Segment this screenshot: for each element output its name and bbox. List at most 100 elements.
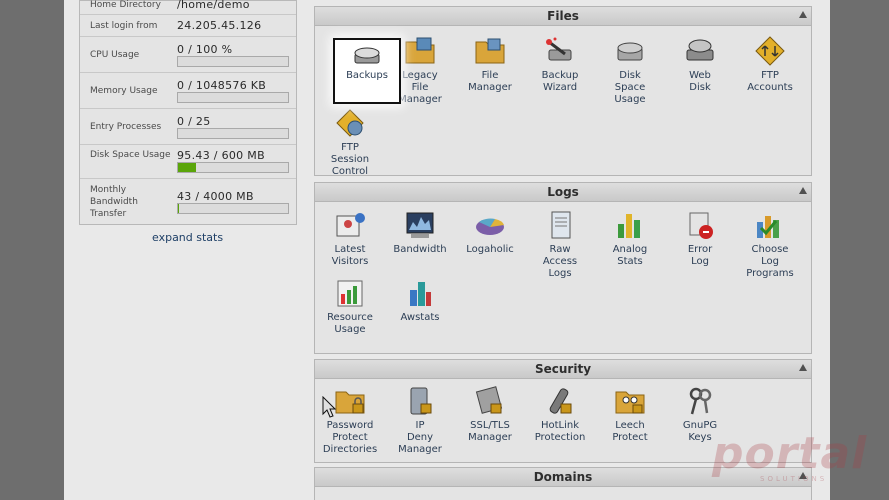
logaholic-item[interactable]: Logaholic [455, 210, 525, 256]
error-log-item[interactable]: Error Log [665, 210, 735, 268]
logs-header[interactable]: Logs [315, 183, 811, 202]
item-label: Web Disk [689, 70, 711, 93]
stat-bandwidth: Monthly Bandwidth Transfer 43 / 4000 MB [80, 179, 296, 225]
analog-stats-icon [618, 214, 640, 238]
item-label: Backup Wizard [541, 70, 579, 93]
item-label: Resource Usage [327, 312, 373, 335]
stat-label: Entry Processes [90, 122, 162, 132]
stat-entry-processes: Entry Processes 0 / 25 [80, 109, 296, 145]
choose-log-programs-item[interactable]: Choose Log Programs [735, 210, 805, 280]
leech-protect-icon [615, 391, 645, 414]
resource-usage-item[interactable]: Resource Usage [315, 278, 385, 336]
web-disk-icon [686, 39, 714, 61]
file-manager-icon [475, 38, 505, 64]
stat-label: Last login from [90, 21, 158, 31]
ftp-accounts-icon [755, 36, 785, 66]
item-label: SSL/TLS Manager [468, 420, 512, 443]
legacy-file-manager-icon [405, 37, 435, 64]
item-label: File Manager [468, 70, 512, 93]
error-log-icon [689, 212, 713, 239]
cpu-usage-bar [177, 56, 289, 67]
logaholic-icon [476, 218, 504, 235]
files-header[interactable]: Files [315, 7, 811, 26]
item-label: Password Protect Directories [322, 420, 378, 455]
item-label: Error Log [687, 244, 713, 267]
ip-deny-icon [410, 387, 432, 415]
web-disk-item[interactable]: Web Disk [665, 36, 735, 94]
disk-space-usage-item[interactable]: Disk Space Usage [595, 36, 665, 106]
file-manager-item[interactable]: File Manager [455, 36, 525, 94]
backups-icon [354, 47, 380, 64]
security-title: Security [534, 362, 592, 376]
stat-cpu-usage: CPU Usage 0 / 100 % [80, 37, 296, 73]
stat-last-login: Last login from 24.205.45.126 [80, 15, 296, 37]
watermark-subtext: SOLUTIONS [760, 475, 828, 483]
item-label: Awstats [400, 312, 440, 323]
domains-title: Domains [533, 470, 593, 484]
bar-fill [178, 163, 196, 172]
ssl-tls-item[interactable]: SSL/TLS Manager [455, 386, 525, 444]
ftp-session-control-item[interactable]: FTP Session Control [315, 108, 385, 178]
bandwidth-item[interactable]: Bandwidth [385, 210, 455, 256]
password-protect-icon [335, 391, 365, 414]
latest-visitors-item[interactable]: Latest Visitors [315, 210, 385, 268]
collapse-arrow-icon[interactable] [799, 187, 807, 194]
ip-deny-item[interactable]: IP Deny Manager [385, 386, 455, 456]
watermark-logo: portal [712, 428, 868, 479]
ftp-session-control-icon [336, 109, 364, 137]
collapse-arrow-icon[interactable] [799, 364, 807, 371]
item-label: Choose Log Programs [746, 244, 794, 279]
stat-value: 95.43 / 600 MB [177, 149, 265, 162]
stat-value: 24.205.45.126 [177, 19, 262, 32]
stat-label: Memory Usage [90, 86, 158, 96]
raw-access-logs-item[interactable]: Raw Access Logs [525, 210, 595, 280]
backup-wizard-icon [546, 37, 572, 61]
stat-label: Home Directory [90, 0, 161, 10]
awstats-item[interactable]: Awstats [385, 278, 455, 324]
stat-value: 0 / 1048576 KB [177, 79, 267, 92]
stat-memory-usage: Memory Usage 0 / 1048576 KB [80, 73, 296, 109]
resource-usage-icon [337, 280, 363, 307]
logs-title: Logs [547, 185, 579, 199]
item-label: Backups [346, 70, 388, 81]
item-label: Disk Space Usage [614, 70, 646, 105]
hotlink-item[interactable]: HotLink Protection [525, 386, 595, 444]
leech-protect-item[interactable]: Leech Protect [595, 386, 665, 444]
item-label: Analog Stats [612, 244, 648, 267]
security-header[interactable]: Security [315, 360, 811, 379]
stat-home-directory: Home Directory /home/demo [80, 0, 296, 15]
backups-item[interactable]: Backups [333, 38, 401, 104]
raw-access-logs-icon [551, 211, 571, 239]
bar-fill [178, 204, 180, 213]
item-label: FTP Session Control [330, 142, 370, 177]
memory-usage-bar [177, 92, 289, 103]
gnupg-keys-icon [689, 387, 712, 415]
awstats-icon [410, 282, 431, 306]
ftp-accounts-item[interactable]: FTP Accounts [735, 36, 805, 94]
item-label: Latest Visitors [331, 244, 369, 267]
entry-processes-bar [177, 128, 289, 139]
item-label: IP Deny Manager [398, 420, 442, 455]
stat-value: 43 / 4000 MB [177, 190, 254, 203]
expand-stats-link[interactable]: expand stats [152, 231, 223, 244]
stat-label: CPU Usage [90, 50, 140, 60]
choose-log-programs-icon [757, 216, 779, 238]
collapse-arrow-icon[interactable] [799, 11, 807, 18]
item-label: Raw Access Logs [542, 244, 578, 279]
item-label: FTP Accounts [747, 70, 793, 93]
disk-space-bar [177, 162, 289, 173]
backup-wizard-item[interactable]: Backup Wizard [525, 36, 595, 94]
stat-disk-space: Disk Space Usage 95.43 / 600 MB [80, 145, 296, 179]
hotlink-icon [549, 388, 572, 414]
item-label: HotLink Protection [534, 420, 586, 443]
latest-visitors-icon [336, 213, 365, 237]
bandwidth-icon [406, 212, 434, 238]
item-label: Bandwidth [393, 244, 447, 255]
item-label: Leech Protect [612, 420, 648, 443]
item-label: Logaholic [466, 244, 514, 255]
ssl-tls-icon [475, 386, 503, 414]
analog-stats-item[interactable]: Analog Stats [595, 210, 665, 268]
files-title: Files [547, 9, 579, 23]
stat-label: Monthly Bandwidth Transfer [90, 185, 138, 219]
mouse-cursor-icon [322, 396, 336, 418]
